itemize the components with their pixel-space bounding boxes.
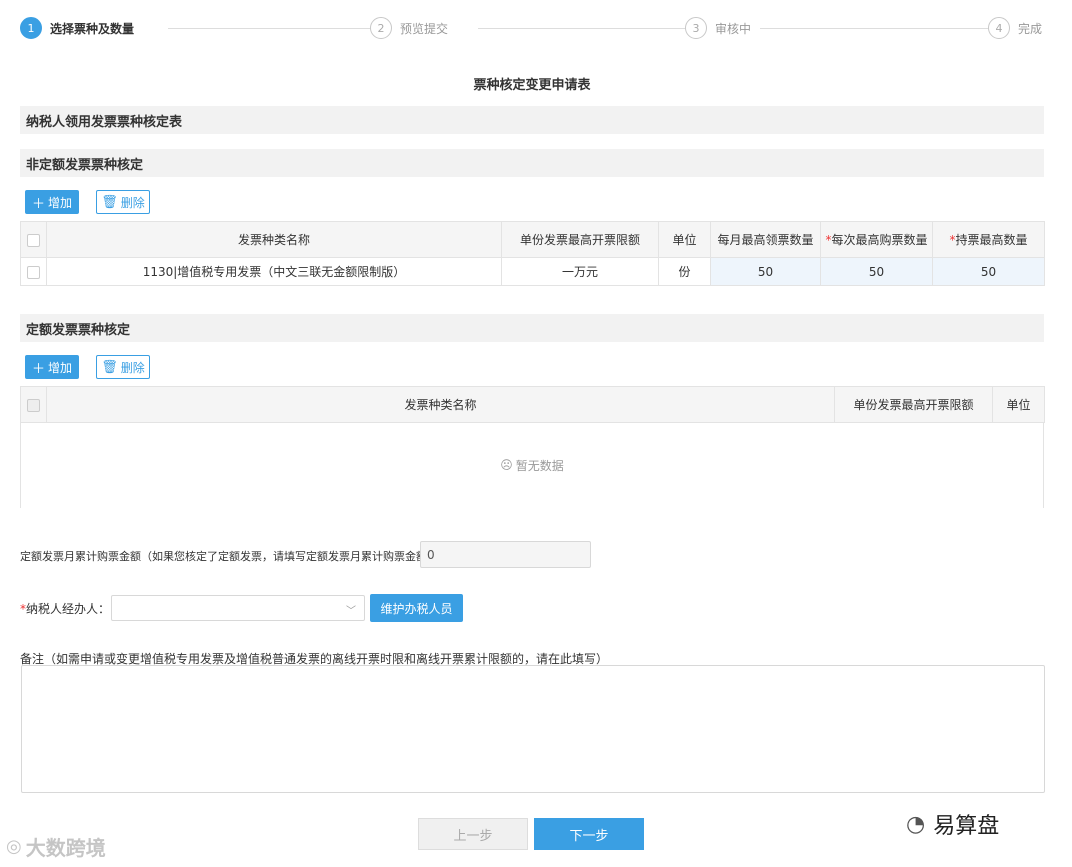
per-purchase-max-cell[interactable]: 50 <box>820 257 933 286</box>
step-number: 4 <box>988 17 1010 39</box>
select-all-cell[interactable] <box>20 221 47 258</box>
delete-nonfixed-button[interactable]: 🗑 删除 <box>96 190 150 214</box>
add-label: 增加 <box>48 360 73 375</box>
col-header-required: *每次最高购票数量 <box>820 221 933 258</box>
fixed-invoice-table: 发票种类名称 单份发票最高开票限额 单位 <box>20 386 1045 423</box>
fixed-amount-input[interactable]: 0 <box>420 541 591 568</box>
col-header-label: 每次最高购票数量 <box>831 233 928 247</box>
add-label: 增加 <box>48 195 73 210</box>
wechat-icon: ◔ <box>906 811 926 837</box>
col-header-label: 持票最高数量 <box>955 233 1028 247</box>
table-header-row: 发票种类名称 单份发票最高开票限额 单位 每月最高领票数量 *每次最高购票数量 … <box>20 221 1045 258</box>
max-amount-cell: 一万元 <box>501 257 659 286</box>
empty-state: ☹ 暂无数据 <box>20 422 1044 508</box>
step-label: 完成 <box>1018 21 1043 36</box>
col-header: 单位 <box>992 386 1045 423</box>
col-header-required: *持票最高数量 <box>932 221 1045 258</box>
col-header: 发票种类名称 <box>46 386 835 423</box>
chevron-down-icon: ﹀ <box>346 606 356 617</box>
select-all-cell[interactable] <box>20 386 47 423</box>
step-connector <box>760 28 998 29</box>
step-4: 4 完成 <box>988 16 1042 40</box>
plus-icon: ＋ <box>31 196 45 212</box>
monthly-max-cell[interactable]: 50 <box>710 257 821 286</box>
remark-textarea[interactable] <box>21 665 1045 793</box>
watermark-logo-icon: ◎ <box>6 836 22 857</box>
col-header: 每月最高领票数量 <box>710 221 821 258</box>
col-header: 单份发票最高开票限额 <box>834 386 993 423</box>
prev-step-button[interactable]: 上一步 <box>418 818 528 850</box>
nonfixed-invoice-table: 发票种类名称 单份发票最高开票限额 单位 每月最高领票数量 *每次最高购票数量 … <box>20 221 1045 286</box>
add-fixed-button[interactable]: ＋增加 <box>25 355 79 379</box>
select-all-checkbox[interactable] <box>27 233 40 247</box>
step-number: 3 <box>685 17 707 39</box>
step-label: 审核中 <box>715 21 752 36</box>
table-row[interactable]: 1130|增值税专用发票（中文三联无金额限制版） 一万元 份 50 50 50 <box>20 257 1045 286</box>
delete-label: 删除 <box>120 360 145 375</box>
delete-label: 删除 <box>120 195 145 210</box>
watermark-right: ◔ 易算盘 <box>906 808 999 840</box>
col-header: 单份发票最高开票限额 <box>501 221 659 258</box>
step-3: 3 审核中 <box>685 16 751 40</box>
invoice-type-cell: 1130|增值税专用发票（中文三联无金额限制版） <box>46 257 502 286</box>
agent-select[interactable]: ﹀ <box>111 595 365 621</box>
step-1: 1 选择票种及数量 <box>20 16 134 40</box>
watermark-right-text: 易算盘 <box>933 814 1000 839</box>
section-header-fixed: 定额发票票种核定 <box>20 314 1044 342</box>
watermark-left-text: 大数跨境 <box>25 836 106 860</box>
step-number: 2 <box>370 17 392 39</box>
section-header-nonfixed: 非定额发票票种核定 <box>20 149 1044 177</box>
maintain-staff-button[interactable]: 维护办税人员 <box>370 594 463 622</box>
unit-cell: 份 <box>658 257 711 286</box>
add-nonfixed-button[interactable]: ＋增加 <box>25 190 79 214</box>
step-connector <box>478 28 700 29</box>
step-label: 预览提交 <box>400 21 449 36</box>
delete-fixed-button[interactable]: 🗑 删除 <box>96 355 150 379</box>
select-all-checkbox[interactable] <box>27 398 40 412</box>
agent-label: 纳税人经办人： <box>26 602 111 616</box>
table-header-row: 发票种类名称 单份发票最高开票限额 单位 <box>20 386 1045 423</box>
watermark-left: ◎ 大数跨境 <box>6 832 106 861</box>
step-connector <box>168 28 382 29</box>
trash-icon: 🗑 <box>101 359 118 375</box>
form-title: 票种核定变更申请表 <box>473 78 591 93</box>
row-checkbox[interactable] <box>27 265 40 279</box>
next-step-button[interactable]: 下一步 <box>534 818 644 850</box>
holding-max-cell[interactable]: 50 <box>932 257 1045 286</box>
step-number: 1 <box>20 17 42 39</box>
plus-icon: ＋ <box>31 361 45 377</box>
section-header-main: 纳税人领用发票票种核定表 <box>20 106 1044 134</box>
row-select-cell[interactable] <box>20 257 47 286</box>
agent-label-wrap: *纳税人经办人： <box>20 600 110 617</box>
steps-bar: 1 选择票种及数量 2 预览提交 3 审核中 4 完成 <box>20 16 1050 42</box>
fixed-amount-label: 定额发票月累计购票金额（如果您核定了定额发票，请填写定额发票月累计购票金额）： <box>20 550 444 563</box>
sad-face-icon: ☹ <box>500 458 513 472</box>
step-label: 选择票种及数量 <box>50 21 135 36</box>
col-header: 发票种类名称 <box>46 221 502 258</box>
trash-icon: 🗑 <box>101 194 118 210</box>
col-header: 单位 <box>658 221 711 258</box>
step-2: 2 预览提交 <box>370 16 448 40</box>
empty-text: 暂无数据 <box>515 458 564 473</box>
